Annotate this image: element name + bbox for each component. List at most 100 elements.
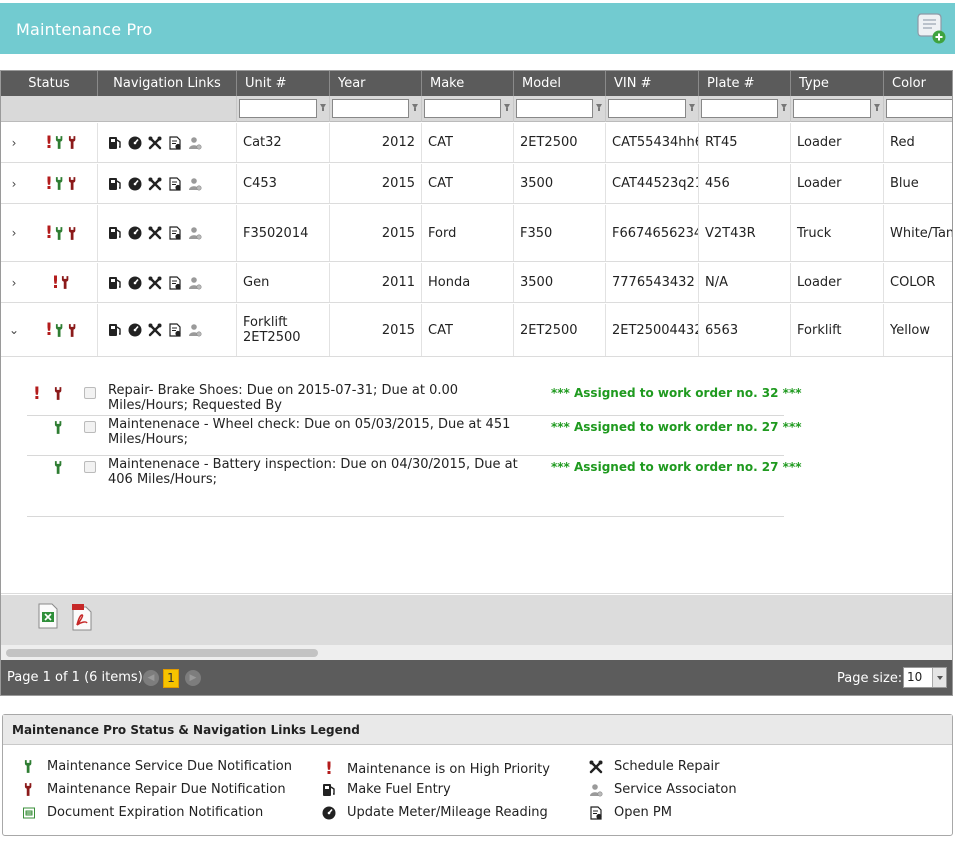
expand-row-icon[interactable]: ›	[1, 164, 27, 203]
legend-title: Maintenance Pro Status & Navigation Link…	[3, 715, 952, 745]
vin-cell: 2ET250044321	[606, 304, 699, 356]
table-row[interactable]: ›! F35020142015FordF350F66746562345V2T43R…	[1, 205, 952, 262]
table-row[interactable]: ›! Cat32 2012 CAT 2ET2500 CAT55434hh6 RT45 Load…	[1, 123, 952, 163]
filter-icon[interactable]	[320, 104, 326, 111]
meter-icon[interactable]	[128, 226, 142, 240]
wrench-cross-icon[interactable]	[148, 136, 162, 150]
fuel-pump-icon[interactable]	[108, 136, 122, 150]
filter-color-input[interactable]	[886, 99, 952, 118]
filter-make-input[interactable]	[424, 99, 501, 118]
pager: Page 1 of 1 (6 items) ◀ 1 ▶ Page size: 1…	[1, 660, 952, 695]
filter-icon[interactable]	[504, 104, 510, 111]
type-cell: Loader	[791, 263, 884, 302]
column-header-make[interactable]: Make	[422, 71, 514, 96]
column-header-unit[interactable]: Unit #	[237, 71, 330, 96]
table-row[interactable]: ›! Gen 2011 Honda 3500 7776543432 N/A Loader COL…	[1, 263, 952, 303]
service-person-icon[interactable]	[188, 177, 202, 191]
expand-row-icon[interactable]: ›	[1, 123, 27, 162]
add-report-icon[interactable]	[915, 11, 947, 45]
expand-row-icon[interactable]: ›	[1, 205, 27, 261]
column-header-plate[interactable]: Plate #	[699, 71, 791, 96]
column-header-color[interactable]: Color	[884, 71, 952, 96]
filter-unit-input[interactable]	[239, 99, 317, 118]
plate-cell: N/A	[699, 263, 791, 302]
meter-icon[interactable]	[128, 323, 142, 337]
pdf-export-icon[interactable]	[71, 603, 93, 631]
meter-icon[interactable]	[128, 177, 142, 191]
wrench-cross-icon[interactable]	[148, 226, 162, 240]
detail-checkbox[interactable]	[84, 461, 96, 473]
wrench-cross-icon[interactable]	[148, 177, 162, 191]
year-cell: 2011	[330, 263, 422, 302]
open-pm-icon[interactable]	[168, 226, 182, 240]
model-cell: 3500	[514, 263, 606, 302]
column-header-year[interactable]: Year	[330, 71, 422, 96]
chevron-down-icon[interactable]	[932, 668, 946, 687]
excel-export-icon[interactable]	[37, 603, 59, 631]
column-header-model[interactable]: Model	[514, 71, 606, 96]
column-header-type[interactable]: Type	[791, 71, 884, 96]
fuel-pump-icon[interactable]	[108, 177, 122, 191]
detail-description: Repair- Brake Shoes: Due on 2015-07-31; …	[108, 383, 459, 413]
open-pm-icon[interactable]	[168, 136, 182, 150]
fuel-pump-icon[interactable]	[108, 276, 122, 290]
prev-page-button[interactable]: ◀	[143, 670, 159, 686]
service-person-icon[interactable]	[188, 226, 202, 240]
service-person-icon[interactable]	[188, 276, 202, 290]
page-size-select[interactable]: 10	[903, 667, 947, 688]
wrench-cross-icon[interactable]	[148, 323, 162, 337]
filter-icon[interactable]	[781, 104, 787, 111]
legend-label: Maintenance Service Due Notification	[47, 759, 293, 774]
column-header-navigation-links[interactable]: Navigation Links	[98, 71, 237, 96]
meter-icon[interactable]	[128, 136, 142, 150]
detail-checkbox[interactable]	[84, 421, 96, 433]
app-title: Maintenance Pro	[16, 20, 153, 39]
filter-icon[interactable]	[689, 104, 695, 111]
wrench-cross-icon[interactable]	[148, 276, 162, 290]
open-pm-icon[interactable]	[168, 323, 182, 337]
filter-model-input[interactable]	[516, 99, 593, 118]
meter-icon[interactable]	[128, 276, 142, 290]
table-row[interactable]: ⌄! Forklift 2ET2500 2015 CAT 2ET2500 2ET25004…	[1, 304, 952, 357]
status-cell: !	[27, 304, 98, 356]
model-cell: 2ET2500	[514, 304, 606, 356]
repair-wrench-icon	[54, 386, 65, 405]
detail-description: Maintenenace - Wheel check: Due on 05/03…	[108, 417, 511, 447]
service-person-icon[interactable]	[188, 136, 202, 150]
column-header-status[interactable]: Status	[1, 71, 98, 96]
filter-icon[interactable]	[596, 104, 602, 111]
collapse-row-icon[interactable]: ⌄	[1, 304, 27, 356]
table-row[interactable]: ›! C453 2015 CAT 3500 CAT44523q21 456 Loader Blu…	[1, 164, 952, 204]
filter-vin-input[interactable]	[608, 99, 686, 118]
maintenance-grid: Status Navigation Links Unit # Year Make…	[0, 70, 953, 696]
detail-checkbox[interactable]	[84, 387, 96, 399]
model-cell: 2ET2500	[514, 123, 606, 162]
detail-description: Maintenenace - Battery inspection: Due o…	[108, 457, 518, 487]
next-page-button[interactable]: ▶	[185, 670, 201, 686]
plate-cell: 456	[699, 164, 791, 203]
horizontal-scrollbar[interactable]	[1, 645, 952, 660]
filter-spacer	[98, 96, 237, 122]
column-header-vin[interactable]: VIN #	[606, 71, 699, 96]
fuel-pump-icon[interactable]	[108, 226, 122, 240]
priority-icon: !	[45, 320, 53, 340]
scrollbar-thumb[interactable]	[6, 649, 318, 657]
filter-type-input[interactable]	[793, 99, 871, 118]
service-wrench-icon	[55, 323, 66, 338]
filter-year-input[interactable]	[332, 99, 409, 118]
open-pm-icon[interactable]	[168, 276, 182, 290]
fuel-pump-icon[interactable]	[108, 323, 122, 337]
filter-icon[interactable]	[412, 104, 418, 111]
legend-label: Open PM	[614, 805, 672, 820]
service-person-icon[interactable]	[188, 323, 202, 337]
current-page-button[interactable]: 1	[163, 669, 179, 688]
repair-wrench-icon	[21, 782, 37, 797]
filter-plate-input[interactable]	[701, 99, 778, 118]
filter-vin	[606, 96, 699, 122]
filter-icon[interactable]	[874, 104, 880, 111]
fuel-pump-icon	[321, 783, 337, 797]
unit-cell: Gen	[237, 263, 330, 302]
open-pm-icon[interactable]	[168, 177, 182, 191]
legend-label: Make Fuel Entry	[347, 782, 451, 797]
expand-row-icon[interactable]: ›	[1, 263, 27, 302]
